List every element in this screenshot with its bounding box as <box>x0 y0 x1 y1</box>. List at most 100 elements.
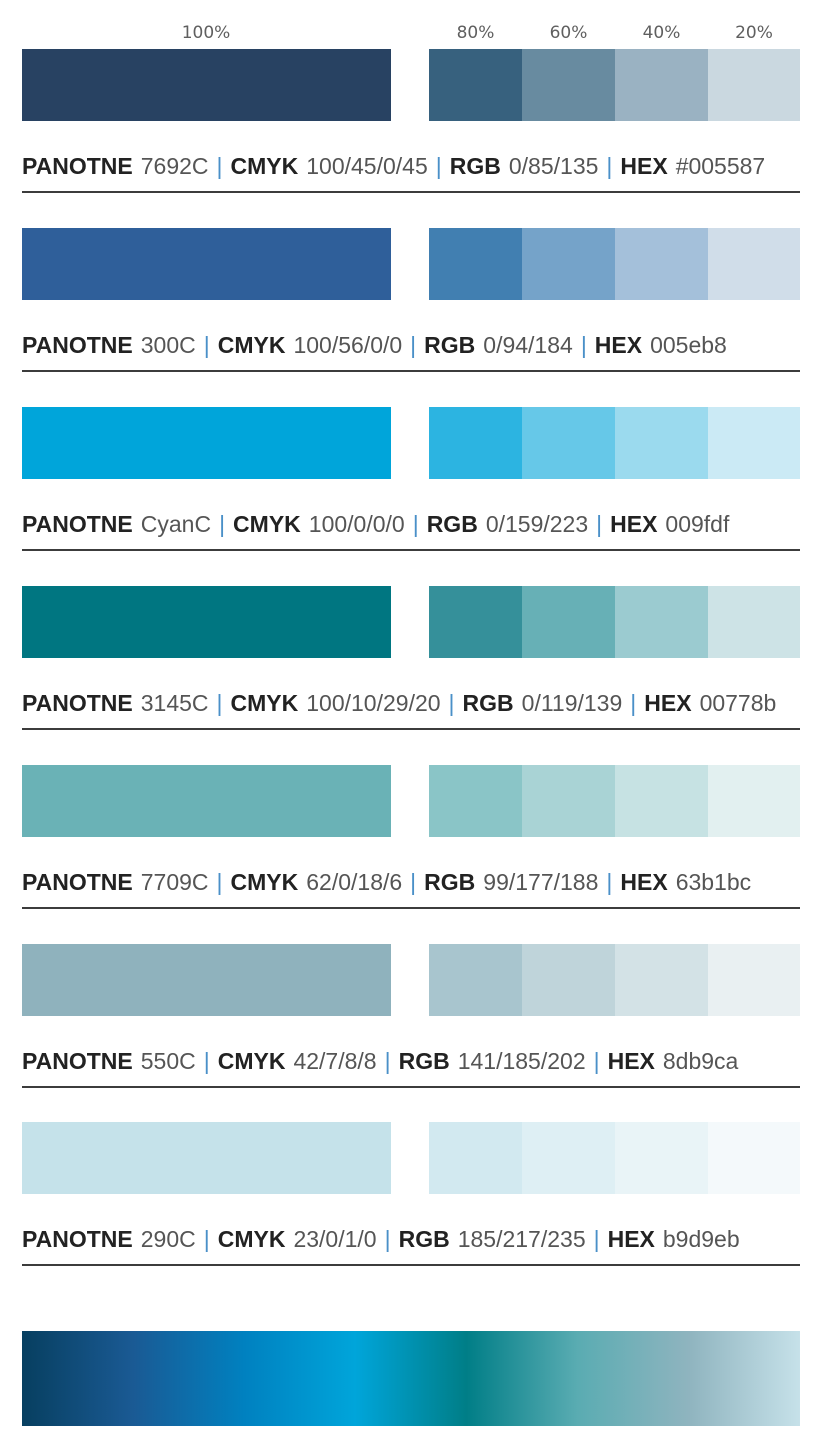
spec-separator: | <box>216 153 223 179</box>
swatch-100 <box>22 407 391 479</box>
divider <box>22 728 800 730</box>
spec-label-hex: HEX <box>610 511 658 537</box>
spec-value-hex: #005587 <box>675 153 766 179</box>
spec-value-pantone: 7709C <box>140 869 209 895</box>
spec-value-rgb: 0/159/223 <box>485 511 589 537</box>
spec-value-rgb: 141/185/202 <box>457 1048 586 1074</box>
divider <box>22 191 800 193</box>
spec-value-rgb: 0/119/139 <box>521 690 623 716</box>
swatch-tint-40 <box>615 1122 708 1194</box>
spec-separator: | <box>203 332 210 358</box>
swatch-100 <box>22 228 391 300</box>
divider <box>22 1264 800 1266</box>
spec-value-hex: 8db9ca <box>662 1048 739 1074</box>
swatch-100 <box>22 586 391 658</box>
spec-label-hex: HEX <box>620 869 668 895</box>
swatch-tint-80 <box>429 49 522 121</box>
swatch-tint-40 <box>615 407 708 479</box>
spec-value-hex: 63b1bc <box>675 869 752 895</box>
spec-value-cmyk: 100/56/0/0 <box>293 332 403 358</box>
spec-label-pantone: PANOTNE <box>22 869 133 895</box>
spec-label-cmyk: CMYK <box>217 1048 286 1074</box>
spec-separator: | <box>630 690 637 716</box>
spec-label-rgb: RGB <box>424 869 476 895</box>
spec-label-rgb: RGB <box>449 153 501 179</box>
swatch-tint-60 <box>522 407 615 479</box>
spec-label-cmyk: CMYK <box>230 869 299 895</box>
spec-value-pantone: 290C <box>140 1226 196 1252</box>
spec-separator: | <box>596 511 603 537</box>
swatch-tint-40 <box>615 228 708 300</box>
spec-label-cmyk: CMYK <box>230 690 299 716</box>
spec-label-rgb: RGB <box>424 332 476 358</box>
spec-value-hex: 009fdf <box>665 511 730 537</box>
swatch-tint-80 <box>429 407 522 479</box>
swatch-tint-60 <box>522 228 615 300</box>
color-spec: PANOTNE 550C | CMYK 42/7/8/8 | RGB 141/185/202 |… <box>22 1044 800 1078</box>
swatch-tint-20 <box>708 765 800 837</box>
swatch-tint-40 <box>615 944 708 1016</box>
swatch-tint-40 <box>615 586 708 658</box>
swatch-tint-20 <box>708 944 800 1016</box>
swatch-tint-60 <box>522 1122 615 1194</box>
spec-label-pantone: PANOTNE <box>22 690 133 716</box>
spec-value-pantone: 300C <box>140 332 196 358</box>
tint-label-60: 60% <box>549 23 588 43</box>
spec-label-rgb: RGB <box>398 1226 450 1252</box>
spec-value-rgb: 0/94/184 <box>483 332 573 358</box>
spec-value-hex: 005eb8 <box>650 332 727 358</box>
color-spec: PANOTNE 7692C | CMYK 100/45/0/45 | RGB 0/85/135… <box>22 149 800 183</box>
divider <box>22 907 800 909</box>
color-spec: PANOTNE 290C | CMYK 23/0/1/0 | RGB 185/217/235 |… <box>22 1222 800 1256</box>
swatch-tint-40 <box>615 765 708 837</box>
spec-value-rgb: 185/217/235 <box>457 1226 586 1252</box>
spec-separator: | <box>606 869 613 895</box>
swatch-row: PANOTNE 7692C | CMYK 100/45/0/45 | RGB 0/85/135… <box>0 49 826 214</box>
color-spec: PANOTNE 3145C | CMYK 100/10/29/20 | RGB 0/119/1… <box>22 686 800 720</box>
spec-value-cmyk: 100/45/0/45 <box>306 153 428 179</box>
spec-separator: | <box>593 1048 600 1074</box>
swatch-100 <box>22 944 391 1016</box>
spec-label-pantone: PANOTNE <box>22 153 133 179</box>
spec-label-hex: HEX <box>620 153 668 179</box>
spec-separator: | <box>412 511 419 537</box>
spec-separator: | <box>435 153 442 179</box>
spec-separator: | <box>580 332 587 358</box>
tint-label-100: 100% <box>181 23 231 43</box>
spec-value-pantone: 550C <box>140 1048 196 1074</box>
swatch-tint-80 <box>429 228 522 300</box>
spec-separator: | <box>203 1226 210 1252</box>
spec-label-hex: HEX <box>594 332 643 358</box>
divider <box>22 370 800 372</box>
swatch-tint-80 <box>429 765 522 837</box>
swatch-tint-20 <box>708 49 800 121</box>
divider <box>22 549 800 551</box>
spec-value-rgb: 0/85/135 <box>508 153 599 179</box>
gradient-bar <box>22 1331 800 1426</box>
spec-separator: | <box>384 1226 391 1252</box>
swatch-row: PANOTNE 3145C | CMYK 100/10/29/20 | RGB 0/119/1… <box>0 586 826 751</box>
swatch-100 <box>22 765 391 837</box>
swatch-row: PANOTNE 300C | CMYK 100/56/0/0 | RGB 0/94/184 | H… <box>0 228 826 393</box>
spec-separator: | <box>203 1048 210 1074</box>
spec-label-cmyk: CMYK <box>230 153 299 179</box>
spec-separator: | <box>410 869 417 895</box>
spec-value-cmyk: 100/0/0/0 <box>308 511 405 537</box>
spec-value-rgb: 99/177/188 <box>483 869 599 895</box>
spec-value-cmyk: 62/0/18/6 <box>306 869 403 895</box>
spec-separator: | <box>216 869 223 895</box>
spec-label-cmyk: CMYK <box>217 1226 286 1252</box>
swatch-tint-60 <box>522 944 615 1016</box>
spec-separator: | <box>410 332 417 358</box>
swatch-tint-80 <box>429 1122 522 1194</box>
spec-label-pantone: PANOTNE <box>22 1226 133 1252</box>
swatch-tint-80 <box>429 944 522 1016</box>
spec-label-pantone: PANOTNE <box>22 511 133 537</box>
spec-value-hex: b9d9eb <box>662 1226 740 1252</box>
swatch-100 <box>22 1122 391 1194</box>
swatch-row: PANOTNE 550C | CMYK 42/7/8/8 | RGB 141/185/202 |… <box>0 944 826 1109</box>
spec-value-cmyk: 23/0/1/0 <box>293 1226 377 1252</box>
color-spec: PANOTNE 300C | CMYK 100/56/0/0 | RGB 0/94/184 | H… <box>22 328 800 362</box>
spec-value-cmyk: 100/10/29/20 <box>306 690 441 716</box>
spec-label-cmyk: CMYK <box>217 332 286 358</box>
